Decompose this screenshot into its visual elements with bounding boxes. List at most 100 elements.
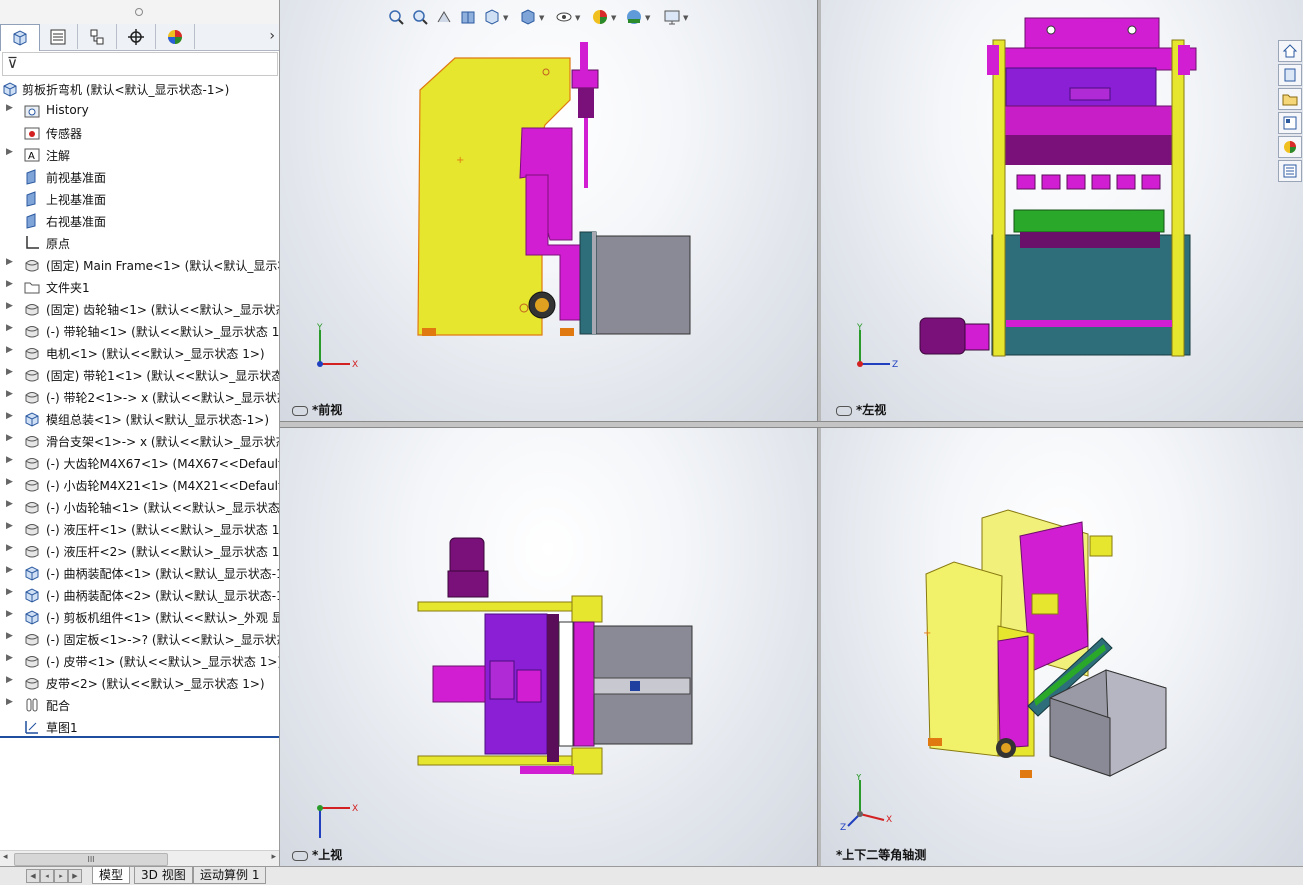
home-icon[interactable] <box>1278 40 1302 62</box>
expand-arrow-icon[interactable]: ▶ <box>6 279 14 289</box>
tree-item[interactable]: ▶ (-) 带轮2<1>-> x (默认<<默认>_显示状态 <box>0 386 279 408</box>
viewport-top[interactable]: X *上视 <box>280 426 817 866</box>
tree-item[interactable]: ▶ (-) 大齿轮M4X67<1> (M4X67<<Default> <box>0 452 279 474</box>
expand-arrow-icon[interactable]: ▶ <box>6 565 14 575</box>
appearances-icon[interactable] <box>1278 136 1302 158</box>
tree-item[interactable]: 草图1 <box>0 716 279 738</box>
tab-feature-manager[interactable] <box>0 24 40 51</box>
tree-item[interactable]: ▶ (固定) 齿轮轴<1> (默认<<默认>_显示状态 <box>0 298 279 320</box>
link-views-icon[interactable] <box>292 850 308 861</box>
custom-properties-icon[interactable] <box>1278 160 1302 182</box>
design-library-icon[interactable] <box>1278 64 1302 86</box>
edit-appearance-icon[interactable] <box>589 6 611 28</box>
tab-first-icon[interactable]: ◀ <box>26 869 40 883</box>
expand-arrow-icon[interactable]: ▶ <box>6 345 14 355</box>
view-orientation-dropdown-icon[interactable]: ▼ <box>503 14 508 22</box>
tree-item[interactable]: ▶ (-) 小齿轮轴<1> (默认<<默认>_显示状态 1 <box>0 496 279 518</box>
hide-show-icon[interactable] <box>553 6 575 28</box>
view-settings-icon[interactable] <box>661 6 683 28</box>
tree-item[interactable]: 上视基准面 <box>0 188 279 210</box>
tree-item[interactable]: ▶ (固定) Main Frame<1> (默认<默认_显示状 <box>0 254 279 276</box>
appearance-dropdown-icon[interactable]: ▼ <box>611 14 616 22</box>
display-style-icon[interactable] <box>517 6 539 28</box>
tree-filter[interactable]: ⊽ <box>2 52 278 76</box>
tree-item[interactable]: ▶ 电机<1> (默认<<默认>_显示状态 1>) <box>0 342 279 364</box>
expand-arrow-icon[interactable]: ▶ <box>6 367 14 377</box>
expand-arrow-icon[interactable]: ▶ <box>6 543 14 553</box>
file-explorer-icon[interactable] <box>1278 88 1302 110</box>
tree-item[interactable]: 前视基准面 <box>0 166 279 188</box>
tree-item[interactable]: ▶ (-) 皮带<1> (默认<<默认>_显示状态 1>) <box>0 650 279 672</box>
tab-model[interactable]: 模型 <box>92 867 131 884</box>
expand-arrow-icon[interactable]: ▶ <box>6 499 14 509</box>
viewport-splitter-vertical[interactable] <box>817 0 821 866</box>
tab-motion-study[interactable]: 运动算例 1 <box>193 867 267 884</box>
expand-arrow-icon[interactable]: ▶ <box>6 587 14 597</box>
tab-display-manager[interactable] <box>156 24 195 49</box>
viewport-left[interactable]: Y Z *左视 <box>820 0 1303 421</box>
tab-dimxpert-manager[interactable] <box>117 24 156 49</box>
tree-item[interactable]: ▶ History <box>0 100 279 122</box>
tree-item[interactable]: 右视基准面 <box>0 210 279 232</box>
scroll-right-icon[interactable]: ▸ <box>271 852 276 862</box>
link-views-icon[interactable] <box>836 405 852 416</box>
expand-arrow-icon[interactable]: ▶ <box>6 697 14 707</box>
tree-item[interactable]: ▶ 配合 <box>0 694 279 716</box>
panel-grip[interactable] <box>0 0 279 24</box>
expand-arrow-icon[interactable]: ▶ <box>6 675 14 685</box>
expand-arrow-icon[interactable]: ▶ <box>6 477 14 487</box>
expand-arrow-icon[interactable]: ▶ <box>6 455 14 465</box>
expand-arrow-icon[interactable]: ▶ <box>6 323 14 333</box>
expand-arrow-icon[interactable]: ▶ <box>6 147 14 157</box>
viewport-splitter-horizontal[interactable] <box>280 421 1303 428</box>
tree-item[interactable]: ▶ (-) 曲柄装配体<2> (默认<默认_显示状态-1 <box>0 584 279 606</box>
scroll-thumb[interactable]: III <box>14 853 168 866</box>
expand-arrow-icon[interactable]: ▶ <box>6 103 14 113</box>
window-controls[interactable] <box>1178 0 1288 2</box>
expand-arrow-icon[interactable]: ▶ <box>6 521 14 531</box>
tree-item[interactable]: ▶ (-) 剪板机组件<1> (默认<<默认>_外观 显 <box>0 606 279 628</box>
tree-item[interactable]: ▶ (-) 固定板<1>->? (默认<<默认>_显示状态 <box>0 628 279 650</box>
expand-arrow-icon[interactable]: ▶ <box>6 631 14 641</box>
tree-item[interactable]: 传感器 <box>0 122 279 144</box>
tree-item[interactable]: ▶ (-) 液压杆<2> (默认<<默认>_显示状态 1> <box>0 540 279 562</box>
tree-item[interactable]: ▶ 皮带<2> (默认<<默认>_显示状态 1>) <box>0 672 279 694</box>
viewport-iso[interactable]: + Y X Z *上下二等角轴测 <box>820 426 1303 866</box>
tab-property-manager[interactable] <box>39 24 78 49</box>
tab-configuration-manager[interactable] <box>78 24 117 49</box>
section-view-icon[interactable] <box>457 6 479 28</box>
zoom-to-area-icon[interactable] <box>409 6 431 28</box>
previous-view-icon[interactable] <box>433 6 455 28</box>
tab-3d-view[interactable]: 3D 视图 <box>134 867 193 884</box>
tree-root[interactable]: 剪板折弯机 (默认<默认_显示状态-1>) <box>0 78 279 100</box>
view-palette-icon[interactable] <box>1278 112 1302 134</box>
tree-item[interactable]: ▶ 文件夹1 <box>0 276 279 298</box>
expand-arrow-icon[interactable]: ▶ <box>6 653 14 663</box>
tab-prev-icon[interactable]: ◂ <box>40 869 54 883</box>
view-orientation-icon[interactable] <box>481 6 503 28</box>
tree-item[interactable]: ▶ (-) 带轮轴<1> (默认<<默认>_显示状态 1> <box>0 320 279 342</box>
scene-dropdown-icon[interactable]: ▼ <box>645 14 650 22</box>
tree-item[interactable]: ▶ 模组总装<1> (默认<默认_显示状态-1>) <box>0 408 279 430</box>
expand-arrow-icon[interactable]: ▶ <box>6 257 14 267</box>
apply-scene-icon[interactable] <box>623 6 645 28</box>
tree-item[interactable]: ▶ (-) 小齿轮M4X21<1> (M4X21<<Default> <box>0 474 279 496</box>
expand-arrow-icon[interactable]: ▶ <box>6 609 14 619</box>
scroll-left-icon[interactable]: ◂ <box>3 852 8 862</box>
viewport-front[interactable]: + Y X *前视 ▼ ▼ ▼ ▼ ▼ ▼ <box>280 0 817 421</box>
tree-item[interactable]: ▶ (-) 曲柄装配体<1> (默认<默认_显示状态-1 <box>0 562 279 584</box>
tab-next-icon[interactable]: ▸ <box>54 869 68 883</box>
rollback-bar[interactable] <box>0 736 279 738</box>
tree-item[interactable]: ▶ (-) 液压杆<1> (默认<<默认>_显示状态 1> <box>0 518 279 540</box>
expand-arrow-icon[interactable]: ▶ <box>6 301 14 311</box>
tree-item[interactable]: ▶ A 注解 <box>0 144 279 166</box>
expand-arrow-icon[interactable]: ▶ <box>6 433 14 443</box>
link-views-icon[interactable] <box>292 405 308 416</box>
hide-show-dropdown-icon[interactable]: ▼ <box>575 14 580 22</box>
display-style-dropdown-icon[interactable]: ▼ <box>539 14 544 22</box>
view-settings-dropdown-icon[interactable]: ▼ <box>683 14 688 22</box>
tree-item[interactable]: ▶ (固定) 带轮1<1> (默认<<默认>_显示状态 <box>0 364 279 386</box>
tab-last-icon[interactable]: ▶ <box>68 869 82 883</box>
tree-item[interactable]: ▶ 滑台支架<1>-> x (默认<<默认>_显示状态 <box>0 430 279 452</box>
tree-horizontal-scrollbar[interactable]: ◂ III ▸ <box>0 850 279 866</box>
